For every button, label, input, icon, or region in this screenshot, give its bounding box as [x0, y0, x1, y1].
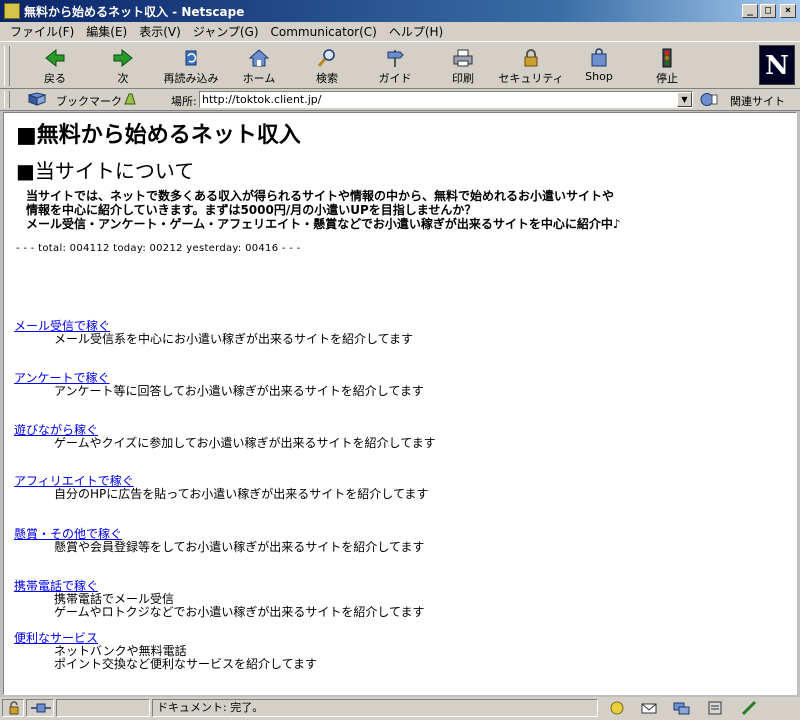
menu-go[interactable]: ジャンプ(G): [187, 23, 265, 40]
list-item: 携帯電話で稼ぐ 携帯電話でメール受信 ゲームやロトクジなどでお小遣い稼ぎが出来る…: [14, 580, 424, 619]
related-sites-button[interactable]: 関連サイト: [730, 93, 785, 109]
window-title: 無料から始めるネット収入 - Netscape: [24, 4, 245, 19]
lock-icon: [524, 49, 538, 67]
status-bar: ドキュメント: 完了。: [0, 697, 800, 720]
reload-button[interactable]: 再読み込み: [158, 46, 224, 86]
back-label: 戻る: [44, 72, 66, 85]
intro-line: 情報を中心に紹介していきます。まずは5000円/月の小遣いUPを目指しませんか？: [26, 203, 477, 217]
address-book-icon[interactable]: [706, 700, 724, 716]
about-heading: ■当サイトについて: [16, 159, 195, 183]
shop-bag-icon: [591, 48, 607, 67]
menu-help[interactable]: ヘルプ(H): [383, 23, 449, 40]
related-sites-icon[interactable]: [700, 92, 718, 107]
page-title: ■無料から始めるネット収入: [16, 123, 301, 148]
netscape-logo[interactable]: N: [759, 45, 795, 85]
forward-button[interactable]: 次: [90, 46, 156, 86]
search-icon: [317, 49, 335, 67]
netscape-app-icon[interactable]: [4, 3, 20, 19]
list-item: アフィリエイトで稼ぐ 自分のHPに広告を貼ってお小遣い稼ぎが出来るサイトを紹介し…: [14, 475, 428, 501]
intro-paragraph: 当サイトでは、ネットで数多くある収入が得られるサイトや情報の中から、無料で始めれ…: [26, 189, 621, 231]
stop-button[interactable]: 停止: [634, 46, 700, 86]
menu-edit[interactable]: 編集(E): [80, 23, 133, 40]
location-label: 場所:: [171, 95, 197, 108]
bookmarks-button[interactable]: ブックマーク: [56, 93, 122, 109]
window-title-bar[interactable]: 無料から始めるネット収入 - Netscape _ □ ×: [0, 0, 800, 22]
access-counter: - - - total: 004112 today: 00212 yesterd…: [16, 243, 301, 254]
intro-line: メール受信・アンケート・ゲーム・アフェリエイト・懸賞などでお小遣い稼ぎが出来るサ…: [26, 217, 621, 231]
mail-icon[interactable]: [640, 700, 658, 716]
link-description: ゲームやロトクジなどでお小遣い稼ぎが出来るサイトを紹介してます: [54, 605, 425, 619]
reload-icon: [185, 50, 197, 66]
resize-grip[interactable]: [772, 701, 796, 717]
location-url-input[interactable]: [199, 91, 693, 108]
shop-button[interactable]: Shop: [566, 46, 632, 86]
menu-bar: ファイル(F) 編集(E) 表示(V) ジャンプ(G) Communicator…: [0, 22, 800, 41]
menu-file[interactable]: ファイル(F): [4, 23, 80, 40]
toolbar-grip[interactable]: [4, 46, 10, 86]
link-description: ポイント交換など便利なサービスを紹介してます: [54, 657, 318, 671]
reload-label: 再読み込み: [163, 72, 219, 85]
print-button[interactable]: 印刷: [430, 46, 496, 86]
navigation-toolbar: 戻る 次 再読み込み ホーム 検索 ガイド 印刷 セキュリティ Shop 停止: [0, 41, 800, 89]
discussions-icon[interactable]: [672, 700, 690, 716]
link-description: ゲームやクイズに参加してお小遣い稼ぎが出来るサイトを紹介してます: [54, 436, 436, 450]
search-button[interactable]: 検索: [294, 46, 360, 86]
guide-label: ガイド: [378, 72, 412, 85]
location-bar: ブックマーク 場所: ▼ 関連サイト: [0, 89, 800, 111]
home-icon: [248, 49, 270, 67]
link-description: 自分のHPに広告を貼ってお小遣い稼ぎが出来るサイトを紹介してます: [54, 487, 429, 501]
location-dropdown-button[interactable]: ▼: [677, 92, 692, 107]
menu-communicator[interactable]: Communicator(C): [265, 25, 383, 39]
security-button[interactable]: セキュリティ: [498, 46, 564, 86]
progress-cell: [56, 699, 150, 717]
lock-icon: [9, 701, 19, 715]
forward-label: 次: [117, 72, 129, 85]
maximize-button[interactable]: □: [760, 4, 776, 18]
back-arrow-icon: [45, 48, 65, 68]
forward-arrow-icon: [113, 48, 133, 68]
menu-view[interactable]: 表示(V): [133, 23, 187, 40]
page-proxy-icon[interactable]: [123, 92, 137, 106]
list-item: メール受信で稼ぐ メール受信系を中心にお小遣い稼ぎが出来るサイトを紹介してます: [14, 320, 413, 346]
status-text: ドキュメント: 完了。: [152, 699, 598, 717]
shop-label: Shop: [585, 70, 613, 83]
minimize-button[interactable]: _: [742, 4, 758, 18]
list-item: アンケートで稼ぐ アンケート等に回答してお小遣い稼ぎが出来るサイトを紹介してます: [14, 372, 424, 398]
stop-label: 停止: [656, 72, 678, 85]
navigator-icon[interactable]: [608, 700, 626, 716]
page-content[interactable]: ■無料から始めるネット収入 ■当サイトについて 当サイトでは、ネットで数多くある…: [3, 112, 797, 695]
home-label: ホーム: [242, 72, 276, 85]
list-item: 便利なサービス ネットバンクや無料電話 ポイント交換など便利なサービスを紹介して…: [14, 632, 317, 671]
guide-signpost-icon: [387, 50, 404, 67]
print-label: 印刷: [452, 72, 474, 85]
location-bar-grip[interactable]: [4, 91, 10, 108]
security-status-cell[interactable]: [2, 699, 24, 717]
connection-status-cell[interactable]: [26, 699, 54, 717]
home-button[interactable]: ホーム: [226, 46, 292, 86]
stop-traffic-light-icon: [662, 48, 672, 68]
link-description: アンケート等に回答してお小遣い稼ぎが出来るサイトを紹介してます: [54, 384, 424, 398]
search-label: 検索: [316, 72, 338, 85]
list-item: 遊びながら稼ぐ ゲームやクイズに参加してお小遣い稼ぎが出来るサイトを紹介してます: [14, 424, 436, 450]
guide-button[interactable]: ガイド: [362, 46, 428, 86]
link-description: 懸賞や会員登録等をしてお小遣い稼ぎが出来るサイトを紹介してます: [54, 540, 425, 554]
printer-icon: [453, 49, 473, 67]
bookmarks-icon[interactable]: [28, 92, 48, 106]
link-description: メール受信系を中心にお小遣い稼ぎが出来るサイトを紹介してます: [54, 332, 414, 346]
close-button[interactable]: ×: [780, 4, 796, 18]
back-button[interactable]: 戻る: [22, 46, 88, 86]
composer-icon[interactable]: [740, 700, 758, 716]
intro-line: 当サイトでは、ネットで数多くある収入が得られるサイトや情報の中から、無料で始めれ…: [26, 189, 615, 203]
security-label: セキュリティ: [498, 72, 564, 85]
online-plug-icon: [31, 703, 51, 713]
list-item: 懸賞・その他で稼ぐ 懸賞や会員登録等をしてお小遣い稼ぎが出来るサイトを紹介してま…: [14, 528, 424, 554]
